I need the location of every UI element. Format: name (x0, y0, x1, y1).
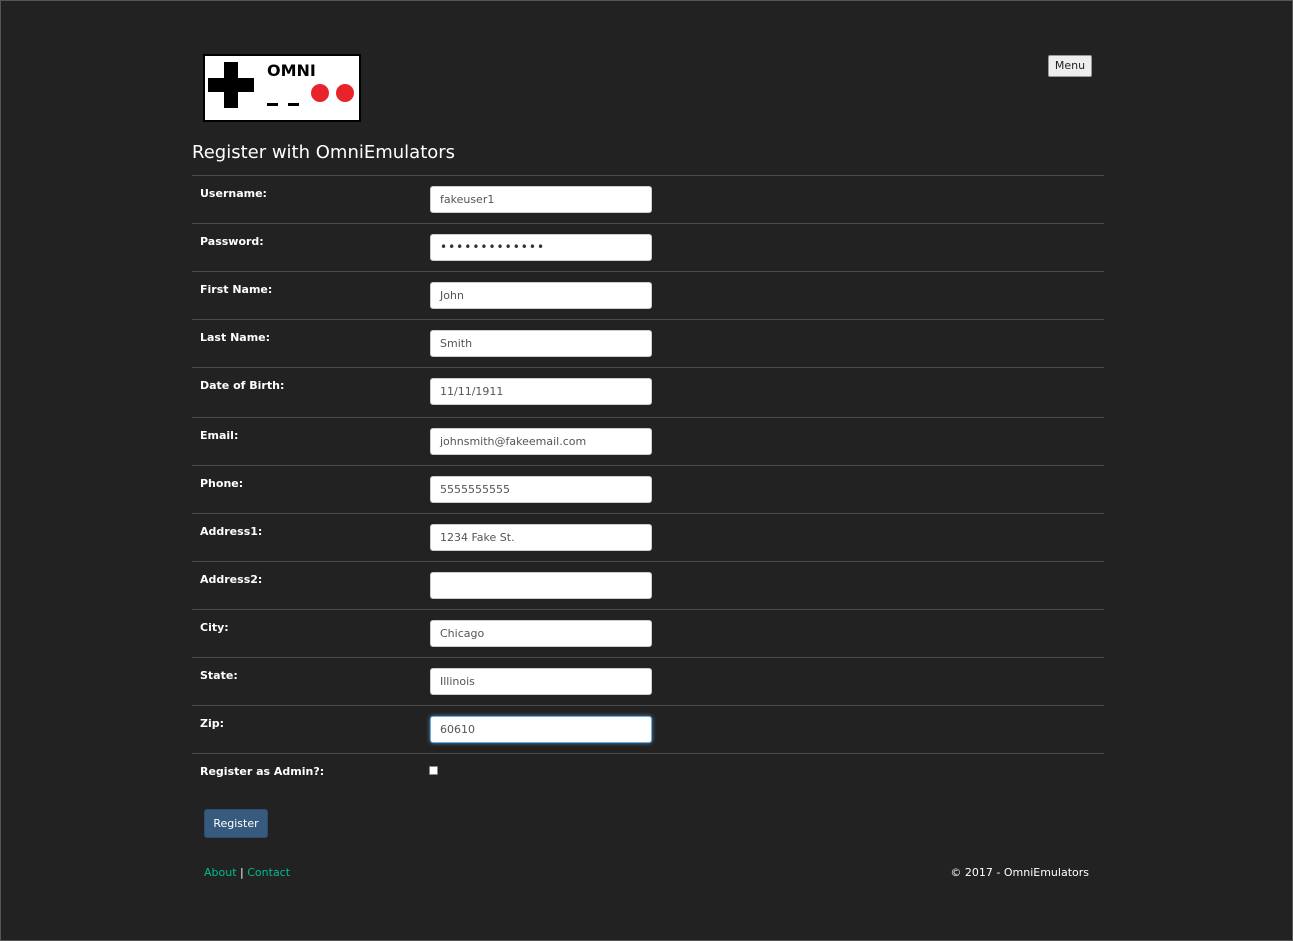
phone-input[interactable]: 5555555555 (430, 476, 652, 503)
footer-links: About | Contact (204, 866, 290, 879)
contact-link[interactable]: Contact (247, 866, 290, 879)
first-name-label: First Name: (200, 283, 273, 296)
state-label: State: (200, 669, 238, 682)
email-input[interactable]: johnsmith@fakeemail.com (430, 428, 652, 455)
zip-input[interactable]: 60610 (430, 716, 652, 743)
form-row-phone: Phone: 5555555555 (192, 466, 1104, 514)
city-input[interactable]: Chicago (430, 620, 652, 647)
date-of-birth-input[interactable]: 11/11/1911 (430, 378, 652, 405)
form-row-zip: Zip: 60610 (192, 706, 1104, 754)
city-label: City: (200, 621, 229, 634)
form-row-last-name: Last Name: Smith (192, 320, 1104, 368)
page-title: Register with OmniEmulators (192, 142, 456, 163)
registration-form: Username: fakeuser1 Password: ••••••••••… (192, 175, 1104, 792)
address2-input[interactable] (430, 572, 652, 599)
phone-label: Phone: (200, 477, 244, 490)
site-logo[interactable]: OMNI (203, 54, 361, 122)
password-input[interactable]: ••••••••••••• (430, 234, 652, 261)
form-row-email: Email: johnsmith@fakeemail.com (192, 418, 1104, 466)
register-button[interactable]: Register (204, 809, 268, 838)
state-input[interactable]: Illinois (430, 668, 652, 695)
form-row-address1: Address1: 1234 Fake St. (192, 514, 1104, 562)
form-row-admin: Register as Admin?: (192, 754, 1104, 792)
address2-label: Address2: (200, 573, 263, 586)
menu-button[interactable]: Menu (1048, 55, 1092, 77)
about-link[interactable]: About (204, 866, 237, 879)
form-row-city: City: Chicago (192, 610, 1104, 658)
password-label: Password: (200, 235, 264, 248)
admin-label: Register as Admin?: (200, 765, 325, 778)
address1-input[interactable]: 1234 Fake St. (430, 524, 652, 551)
form-row-password: Password: ••••••••••••• (192, 224, 1104, 272)
footer-separator: | (240, 866, 244, 879)
first-name-input[interactable]: John (430, 282, 652, 309)
footer-copyright: © 2017 - OmniEmulators (950, 866, 1089, 879)
zip-label: Zip: (200, 717, 225, 730)
address1-label: Address1: (200, 525, 263, 538)
form-row-state: State: Illinois (192, 658, 1104, 706)
form-row-date-of-birth: Date of Birth: 11/11/1911 (192, 368, 1104, 418)
omni-logo-graphic: OMNI (208, 61, 354, 108)
form-row-username: Username: fakeuser1 (192, 176, 1104, 224)
date-of-birth-label: Date of Birth: (200, 379, 285, 392)
logo-text: OMNI (267, 61, 316, 80)
username-input[interactable]: fakeuser1 (430, 186, 652, 213)
username-label: Username: (200, 187, 267, 200)
form-row-address2: Address2: (192, 562, 1104, 610)
form-row-first-name: First Name: John (192, 272, 1104, 320)
last-name-label: Last Name: (200, 331, 271, 344)
admin-checkbox[interactable] (429, 766, 438, 775)
email-label: Email: (200, 429, 239, 442)
last-name-input[interactable]: Smith (430, 330, 652, 357)
